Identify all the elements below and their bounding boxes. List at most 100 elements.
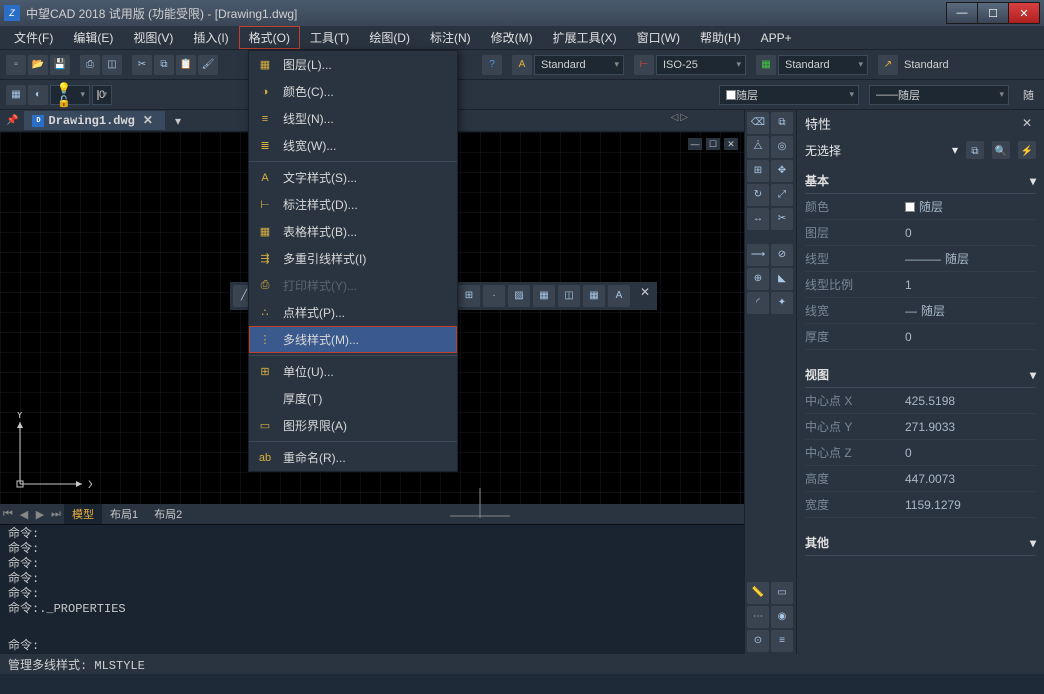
prop-value[interactable]: 0	[905, 224, 1036, 241]
open-icon[interactable]: 📂	[28, 55, 48, 75]
layer-manager-icon[interactable]: ▦	[6, 85, 26, 105]
tab-next-icon2[interactable]: ▶	[32, 508, 48, 521]
dimstyle-icon[interactable]: ⊢	[634, 55, 654, 75]
more2-icon[interactable]: ⊙	[747, 630, 769, 652]
menu-item-颜色c[interactable]: ◑颜色(C)...	[249, 78, 457, 105]
palette-icon[interactable]: ≡	[771, 630, 793, 652]
menu-item-线宽w[interactable]: ≣线宽(W)...	[249, 132, 457, 159]
paste-icon[interactable]: 📋	[176, 55, 196, 75]
table-style-combo[interactable]: Standard	[778, 55, 868, 75]
menu-插入[interactable]: 插入(I)	[183, 26, 238, 49]
offset-icon[interactable]: ◎	[771, 136, 793, 158]
maximize-button[interactable]: ☐	[977, 2, 1009, 24]
menu-item-图层l[interactable]: ▦图层(L)...	[249, 51, 457, 78]
section-other[interactable]: 其他▾	[805, 530, 1036, 556]
menu-修改[interactable]: 修改(M)	[481, 26, 543, 49]
prop-value[interactable]: 随层	[905, 198, 1036, 215]
navwheel-icon[interactable]: ◉	[771, 606, 793, 628]
menu-item-文字样式s[interactable]: A文字样式(S)...	[249, 164, 457, 191]
block-icon[interactable]: ⊞	[458, 285, 480, 307]
tab-prev-icon[interactable]: ◁	[671, 112, 679, 123]
menu-item-多重引线样式i[interactable]: ⇶多重引线样式(I)	[249, 245, 457, 272]
copy2-icon[interactable]: ⧉	[771, 112, 793, 134]
layer-state-combo[interactable]: 💡🔓	[50, 85, 90, 105]
text-style-combo[interactable]: Standard	[534, 55, 624, 75]
menu-标注[interactable]: 标注(N)	[420, 26, 481, 49]
prop-value[interactable]: —随层	[905, 302, 1036, 319]
file-tab-drawing1[interactable]: D Drawing1.dwg ✕	[24, 111, 164, 130]
prop-value[interactable]: 447.0073	[905, 470, 1036, 487]
scale-icon[interactable]: ⤢	[771, 184, 793, 206]
close-toolbar-icon[interactable]: ✕	[636, 285, 654, 307]
chamfer-icon[interactable]: ◣	[771, 268, 793, 290]
copy-icon[interactable]: ⧉	[154, 55, 174, 75]
vp-min-icon[interactable]: —	[688, 138, 702, 150]
explode-icon[interactable]: ✦	[771, 292, 793, 314]
prop-row[interactable]: 高度447.0073	[805, 466, 1036, 492]
new-tab-icon[interactable]: ▾	[171, 114, 185, 128]
menu-item-线型n[interactable]: ≡线型(N)...	[249, 105, 457, 132]
prop-row[interactable]: 线型比例1	[805, 272, 1036, 298]
array-icon[interactable]: ⊞	[747, 160, 769, 182]
tab-prev-icon2[interactable]: ◀	[16, 508, 32, 521]
layer-prev-icon[interactable]: ◐	[28, 85, 48, 105]
print-icon[interactable]: ⎙	[80, 55, 100, 75]
tab-last-icon[interactable]: ⏭	[48, 508, 64, 521]
pin-icon[interactable]: 📌	[6, 115, 18, 126]
prop-value[interactable]: 0	[905, 444, 1036, 461]
vp-max-icon[interactable]: ☐	[706, 138, 720, 150]
prop-row[interactable]: 中心点 Y271.9033	[805, 414, 1036, 440]
close-button[interactable]: ✕	[1008, 2, 1040, 24]
menu-item-点样式p[interactable]: ∴点样式(P)...	[249, 299, 457, 326]
tab-layout2[interactable]: 布局2	[146, 504, 190, 524]
close-properties-icon[interactable]: ✕	[1018, 116, 1036, 130]
region-icon[interactable]: ◫	[558, 285, 580, 307]
erase-icon[interactable]: ⌫	[747, 112, 769, 134]
prop-row[interactable]: 图层0	[805, 220, 1036, 246]
menu-item-图形界限a[interactable]: ▭图形界限(A)	[249, 412, 457, 439]
toggle-pickadd-icon[interactable]: ⚡	[1018, 141, 1036, 159]
menu-绘图[interactable]: 绘图(D)	[359, 26, 420, 49]
menu-文件[interactable]: 文件(F)	[4, 26, 63, 49]
rotate-icon[interactable]: ↻	[747, 184, 769, 206]
cut-icon[interactable]: ✂	[132, 55, 152, 75]
textstyle-icon[interactable]: A	[512, 55, 532, 75]
help-icon[interactable]: ?	[482, 55, 502, 75]
tab-first-icon[interactable]: ⏮	[0, 508, 16, 521]
prop-value[interactable]: ———随层	[905, 250, 1036, 267]
prop-row[interactable]: 宽度1159.1279	[805, 492, 1036, 518]
menu-窗口[interactable]: 窗口(W)	[627, 26, 690, 49]
sel-dropdown-icon[interactable]: ▾	[952, 143, 958, 157]
prop-value[interactable]: 0	[905, 328, 1036, 345]
dim-style-combo[interactable]: ISO-25	[656, 55, 746, 75]
prop-row[interactable]: 线宽—随层	[805, 298, 1036, 324]
prop-value[interactable]: 425.5198	[905, 392, 1036, 409]
menu-item-多线样式m[interactable]: ⋮多线样式(M)...	[249, 326, 457, 353]
tab-model[interactable]: 模型	[64, 504, 102, 524]
section-basic[interactable]: 基本▾	[805, 168, 1036, 194]
linetype-combo[interactable]: —— 随层	[869, 85, 1009, 105]
tablestyle-icon[interactable]: ▦	[756, 55, 776, 75]
prop-row[interactable]: 中心点 Z0	[805, 440, 1036, 466]
mleaderstyle-icon[interactable]: ↗	[878, 55, 898, 75]
section-view[interactable]: 视图▾	[805, 362, 1036, 388]
trim-icon[interactable]: ✂	[771, 208, 793, 230]
prop-value[interactable]: 1159.1279	[905, 496, 1036, 513]
text-icon[interactable]: A	[608, 285, 630, 307]
mirror-icon[interactable]: ⧊	[747, 136, 769, 158]
select-objects-icon[interactable]: 🔍	[992, 141, 1010, 159]
point-icon[interactable]: ·	[483, 285, 505, 307]
dist-icon[interactable]: 📏	[747, 582, 769, 604]
prop-row[interactable]: 线型———随层	[805, 246, 1036, 272]
prop-row[interactable]: 厚度0	[805, 324, 1036, 350]
menu-item-厚度t[interactable]: 厚度(T)	[249, 385, 457, 412]
menu-工具[interactable]: 工具(T)	[300, 26, 359, 49]
menu-item-重命名r[interactable]: ab重命名(R)...	[249, 444, 457, 471]
area-icon[interactable]: ▭	[771, 582, 793, 604]
fillet-icon[interactable]: ◜	[747, 292, 769, 314]
new-icon[interactable]: ▫	[6, 55, 26, 75]
hatch-icon[interactable]: ▨	[508, 285, 530, 307]
preview-icon[interactable]: ◫	[102, 55, 122, 75]
menu-item-表格样式b[interactable]: ▦表格样式(B)...	[249, 218, 457, 245]
save-icon[interactable]: 💾	[50, 55, 70, 75]
